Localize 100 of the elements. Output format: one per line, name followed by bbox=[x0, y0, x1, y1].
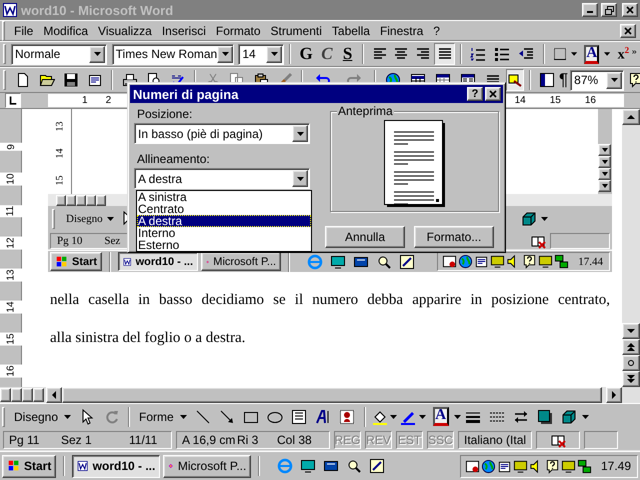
paint-bucket-icon[interactable] bbox=[372, 408, 388, 424]
network-icon[interactable] bbox=[554, 254, 570, 269]
list-option[interactable]: A sinistra bbox=[137, 191, 311, 203]
caret-icon[interactable] bbox=[94, 52, 100, 56]
magnifier-icon[interactable] bbox=[346, 458, 362, 474]
list-option[interactable]: Centrato bbox=[137, 203, 311, 215]
close-icon[interactable] bbox=[624, 26, 632, 34]
form-icon[interactable] bbox=[474, 254, 490, 269]
scroll-button[interactable] bbox=[598, 156, 611, 168]
line-icon[interactable] bbox=[195, 408, 212, 424]
monitor-icon[interactable] bbox=[538, 254, 554, 269]
scroll-button[interactable] bbox=[598, 180, 611, 192]
help-icon[interactable] bbox=[544, 458, 560, 474]
monitor-icon[interactable] bbox=[512, 458, 528, 474]
zoom-dropdown[interactable]: 87% bbox=[570, 70, 624, 90]
document-map-icon[interactable] bbox=[539, 72, 555, 88]
channels-icon[interactable] bbox=[323, 458, 340, 474]
calendar-icon[interactable] bbox=[464, 458, 480, 474]
view-button[interactable] bbox=[56, 194, 66, 206]
menu-item[interactable]: Formato bbox=[210, 24, 266, 38]
double-arrow-icon[interactable] bbox=[513, 408, 530, 424]
drawing-icon[interactable] bbox=[507, 72, 523, 88]
underline-button[interactable]: S bbox=[338, 43, 358, 65]
circle-icon[interactable] bbox=[627, 359, 635, 367]
help-icon[interactable] bbox=[522, 254, 538, 269]
show-formatting-button[interactable]: ¶ bbox=[559, 70, 568, 90]
numbered-list-icon[interactable] bbox=[470, 46, 486, 62]
triangle-icon[interactable] bbox=[627, 343, 635, 351]
caret-icon[interactable] bbox=[418, 414, 426, 418]
magnifier-icon[interactable] bbox=[376, 254, 392, 270]
bulleted-list-icon[interactable] bbox=[494, 46, 510, 62]
scroll-button[interactable] bbox=[598, 168, 611, 180]
close-button[interactable] bbox=[485, 87, 501, 101]
taskbar-button[interactable]: word10 - ... bbox=[118, 252, 198, 271]
caret-icon[interactable] bbox=[106, 217, 114, 221]
menu-item[interactable]: Visualizza bbox=[93, 24, 157, 38]
view-button[interactable] bbox=[22, 388, 33, 402]
arrow-icon[interactable] bbox=[219, 408, 236, 424]
caret-icon[interactable] bbox=[64, 414, 72, 418]
alignment-dropdown[interactable]: A destra bbox=[134, 168, 310, 189]
view-button[interactable] bbox=[76, 194, 86, 206]
view-button[interactable] bbox=[11, 388, 22, 402]
network-icon[interactable] bbox=[576, 458, 592, 474]
calendar-icon[interactable] bbox=[442, 254, 458, 269]
cube-icon[interactable] bbox=[561, 408, 578, 424]
globe-icon[interactable] bbox=[480, 458, 496, 474]
caret-icon[interactable] bbox=[296, 132, 304, 136]
triangle-icon[interactable] bbox=[627, 375, 635, 383]
text-box-icon[interactable] bbox=[291, 408, 308, 424]
menu-item[interactable]: Tabella bbox=[326, 24, 375, 38]
help-button[interactable]: ? bbox=[467, 87, 483, 101]
menu-item[interactable]: ? bbox=[428, 24, 445, 38]
close-icon[interactable] bbox=[489, 90, 497, 98]
superscript-button[interactable]: x$^{2}$ bbox=[616, 44, 632, 64]
font-color-button[interactable]: A bbox=[432, 407, 449, 426]
language-indicator[interactable]: Italiano (Ital bbox=[458, 431, 532, 449]
folder-icon[interactable] bbox=[38, 72, 54, 88]
triangle-icon[interactable] bbox=[50, 391, 58, 399]
caret-icon[interactable] bbox=[180, 414, 187, 418]
start-button[interactable]: Start bbox=[50, 252, 102, 271]
caret-icon[interactable] bbox=[222, 52, 229, 56]
shadow-square-icon[interactable] bbox=[537, 408, 554, 424]
font-size-dropdown[interactable]: 14 bbox=[238, 44, 284, 64]
style-dropdown[interactable]: Normale bbox=[11, 44, 107, 64]
list-option[interactable]: A destra bbox=[137, 215, 311, 227]
close-document-button[interactable] bbox=[620, 24, 636, 38]
form-icon[interactable] bbox=[86, 72, 102, 88]
monitor-icon[interactable] bbox=[560, 458, 576, 474]
pointer-icon[interactable] bbox=[80, 408, 96, 424]
triangle-icon[interactable] bbox=[627, 327, 635, 335]
caret-icon[interactable] bbox=[270, 52, 278, 56]
menu-item[interactable]: Modifica bbox=[38, 24, 94, 38]
monitor-icon[interactable] bbox=[490, 254, 506, 269]
view-button[interactable] bbox=[96, 194, 106, 206]
taskbar-button[interactable]: word10 - ... bbox=[72, 454, 160, 478]
dialog-button[interactable]: Formato... bbox=[414, 226, 494, 248]
horizontal-scrollbar[interactable] bbox=[46, 387, 622, 403]
taskbar-button[interactable]: Microsoft P... bbox=[163, 454, 252, 478]
taskbar-button[interactable]: Microsoft P... bbox=[201, 252, 282, 271]
cube-icon[interactable] bbox=[521, 211, 537, 227]
caret-icon[interactable] bbox=[454, 414, 461, 418]
caret-icon[interactable] bbox=[610, 78, 618, 82]
pencil-icon[interactable] bbox=[369, 458, 386, 474]
wordart-icon[interactable] bbox=[315, 408, 332, 424]
view-button[interactable] bbox=[66, 194, 76, 206]
menu-item[interactable]: File bbox=[9, 24, 38, 38]
start-button[interactable]: Start bbox=[2, 454, 56, 478]
desktop-icon[interactable] bbox=[300, 458, 316, 474]
font-dropdown[interactable]: Times New Roman bbox=[112, 44, 234, 64]
triangle-icon[interactable] bbox=[610, 391, 618, 399]
desktop-icon[interactable] bbox=[330, 254, 346, 270]
view-button[interactable] bbox=[33, 388, 44, 402]
scroll-button[interactable] bbox=[598, 144, 611, 156]
dialog-button[interactable]: Annulla bbox=[325, 226, 405, 248]
view-button[interactable] bbox=[86, 194, 96, 206]
caret-icon[interactable] bbox=[570, 52, 577, 56]
draw-menu[interactable]: Disegno bbox=[63, 213, 117, 225]
menu-item[interactable]: Strumenti bbox=[266, 24, 327, 38]
border-icon[interactable] bbox=[552, 46, 568, 62]
drawing-button[interactable] bbox=[506, 69, 524, 91]
